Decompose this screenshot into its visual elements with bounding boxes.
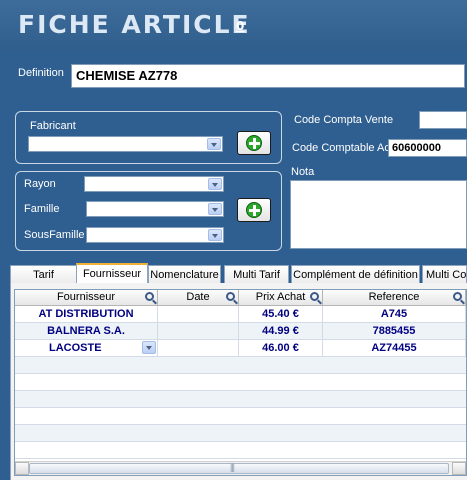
header-bar: FICHE ARTICLE 0 bbox=[0, 0, 467, 52]
tab-tarif[interactable]: Tarif bbox=[10, 265, 77, 283]
table-row[interactable]: BALNERA S.A. 44.99 € 7885455 bbox=[15, 323, 466, 340]
horizontal-scrollbar[interactable] bbox=[15, 461, 466, 475]
fournisseur-cell[interactable]: LACOSTE bbox=[15, 340, 158, 357]
famille-select[interactable] bbox=[86, 201, 224, 217]
column-header-date[interactable]: Date bbox=[158, 290, 239, 306]
famille-label: Famille bbox=[24, 203, 60, 215]
chevron-down-icon[interactable] bbox=[207, 138, 221, 150]
table-row[interactable] bbox=[15, 425, 466, 442]
tab-nomenclature[interactable]: Nomenclature bbox=[148, 265, 221, 283]
nota-label: Nota bbox=[291, 166, 315, 178]
plus-circle-icon bbox=[246, 135, 262, 151]
prix-achat-cell[interactable]: 44.99 € bbox=[239, 323, 323, 340]
tab-multi-codes[interactable]: Multi Codes bbox=[422, 265, 467, 283]
chevron-down-icon[interactable] bbox=[142, 341, 156, 354]
column-header-label: Prix Achat bbox=[255, 291, 306, 303]
add-famille-button[interactable] bbox=[237, 198, 271, 222]
table-row[interactable]: AT DISTRIBUTION 45.40 € A745 bbox=[15, 306, 466, 323]
code-compta-vente-label: Code Compta Vente bbox=[294, 114, 394, 126]
fabricant-select[interactable] bbox=[28, 136, 223, 152]
scroll-left-button[interactable] bbox=[15, 462, 29, 475]
tab-fournisseur[interactable]: Fournisseur bbox=[76, 263, 148, 284]
rayon-select[interactable] bbox=[84, 176, 224, 192]
fabricant-label: Fabricant bbox=[30, 120, 76, 132]
reference-cell[interactable]: AZ74455 bbox=[323, 340, 466, 357]
rayon-label: Rayon bbox=[24, 178, 56, 190]
tab-complement-definition[interactable]: Complément de définition bbox=[291, 265, 420, 283]
reference-cell[interactable]: 7885455 bbox=[323, 323, 466, 340]
search-icon[interactable] bbox=[310, 292, 319, 301]
sousfamille-label: SousFamille bbox=[24, 229, 85, 241]
date-cell[interactable] bbox=[158, 340, 239, 357]
definition-field[interactable]: CHEMISE AZ778 bbox=[71, 64, 465, 88]
column-header-fournisseur[interactable]: Fournisseur bbox=[15, 290, 158, 306]
column-header-label: Fournisseur bbox=[56, 291, 116, 303]
column-header-reference[interactable]: Reference bbox=[323, 290, 466, 306]
prix-achat-cell[interactable]: 45.40 € bbox=[239, 306, 323, 323]
chevron-down-icon[interactable] bbox=[208, 229, 222, 241]
fournisseur-grid[interactable]: Fournisseur Date Prix Achat Reference AT… bbox=[14, 289, 467, 476]
scroll-right-button[interactable] bbox=[452, 462, 466, 475]
date-cell[interactable] bbox=[158, 306, 239, 323]
table-row[interactable] bbox=[15, 442, 466, 459]
reference-cell[interactable]: A745 bbox=[323, 306, 466, 323]
tab-multi-tarif[interactable]: Multi Tarif bbox=[224, 265, 289, 283]
code-compta-vente-field[interactable] bbox=[419, 111, 467, 129]
add-fabricant-button[interactable] bbox=[237, 131, 271, 155]
fournisseur-cell[interactable]: BALNERA S.A. bbox=[15, 323, 158, 340]
plus-circle-icon bbox=[246, 202, 262, 218]
table-row[interactable]: LACOSTE 46.00 € AZ74455 bbox=[15, 340, 466, 357]
sousfamille-select[interactable] bbox=[86, 227, 224, 243]
record-number-link[interactable]: 0 bbox=[236, 19, 244, 33]
tab-strip: Tarif Fournisseur Nomenclature Multi Tar… bbox=[10, 263, 467, 284]
code-comptable-achat-field[interactable]: 60600000 bbox=[388, 139, 467, 157]
chevron-down-icon[interactable] bbox=[208, 178, 222, 190]
search-icon[interactable] bbox=[145, 292, 154, 301]
table-row[interactable] bbox=[15, 391, 466, 408]
date-cell[interactable] bbox=[158, 323, 239, 340]
prix-achat-cell[interactable]: 46.00 € bbox=[239, 340, 323, 357]
table-row[interactable] bbox=[15, 357, 466, 374]
scroll-thumb[interactable] bbox=[29, 462, 449, 474]
column-header-label: Reference bbox=[368, 291, 420, 303]
search-icon[interactable] bbox=[226, 292, 235, 301]
nota-textarea[interactable] bbox=[290, 180, 467, 249]
column-header-prix-achat[interactable]: Prix Achat bbox=[239, 290, 323, 306]
chevron-down-icon[interactable] bbox=[208, 203, 222, 215]
table-row[interactable] bbox=[15, 408, 466, 425]
definition-label: Definition bbox=[18, 67, 64, 79]
table-row[interactable] bbox=[15, 374, 466, 391]
page-title: FICHE ARTICLE bbox=[18, 10, 251, 39]
fournisseur-cell[interactable]: AT DISTRIBUTION bbox=[15, 306, 158, 323]
column-header-label: Date bbox=[186, 291, 210, 303]
search-icon[interactable] bbox=[453, 292, 462, 301]
